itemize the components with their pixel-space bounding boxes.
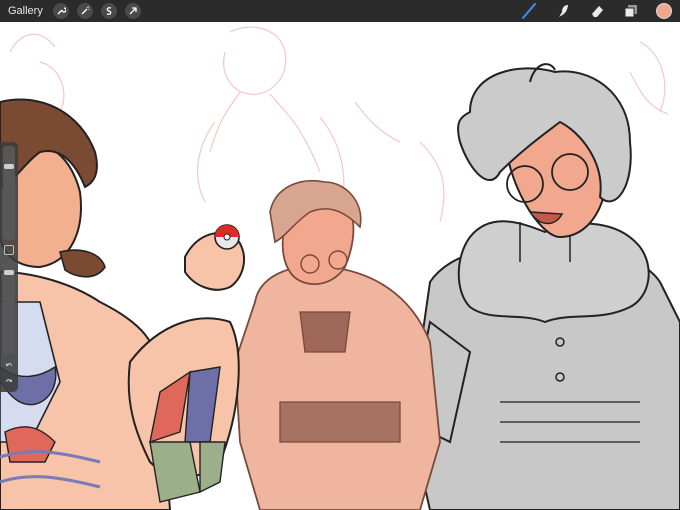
brush-icon[interactable]	[520, 2, 538, 20]
gallery-button[interactable]: Gallery	[8, 5, 43, 17]
brush-sidebar	[0, 142, 18, 392]
wrench-icon[interactable]	[52, 3, 69, 19]
character-right	[408, 63, 680, 510]
character-middle	[234, 180, 441, 510]
drawing-canvas[interactable]	[0, 22, 680, 510]
transform-arrow-icon[interactable]	[124, 3, 141, 19]
brush-opacity-slider[interactable]	[3, 260, 15, 354]
undo-icon[interactable]	[4, 360, 14, 370]
brush-size-slider[interactable]	[3, 146, 15, 240]
modify-button[interactable]	[4, 245, 14, 255]
magic-wand-icon[interactable]	[76, 3, 93, 19]
character-left	[0, 98, 246, 510]
artwork	[0, 26, 680, 510]
right-tools	[504, 2, 672, 20]
top-toolbar: Gallery	[0, 0, 680, 22]
brush-opacity-knob[interactable]	[4, 269, 14, 275]
brush-size-knob[interactable]	[4, 164, 14, 170]
smudge-icon[interactable]	[554, 2, 572, 20]
color-swatch[interactable]	[656, 3, 672, 19]
selection-icon[interactable]	[100, 3, 117, 19]
eraser-icon[interactable]	[588, 2, 606, 20]
redo-icon[interactable]	[4, 376, 14, 386]
layers-icon[interactable]	[622, 2, 640, 20]
